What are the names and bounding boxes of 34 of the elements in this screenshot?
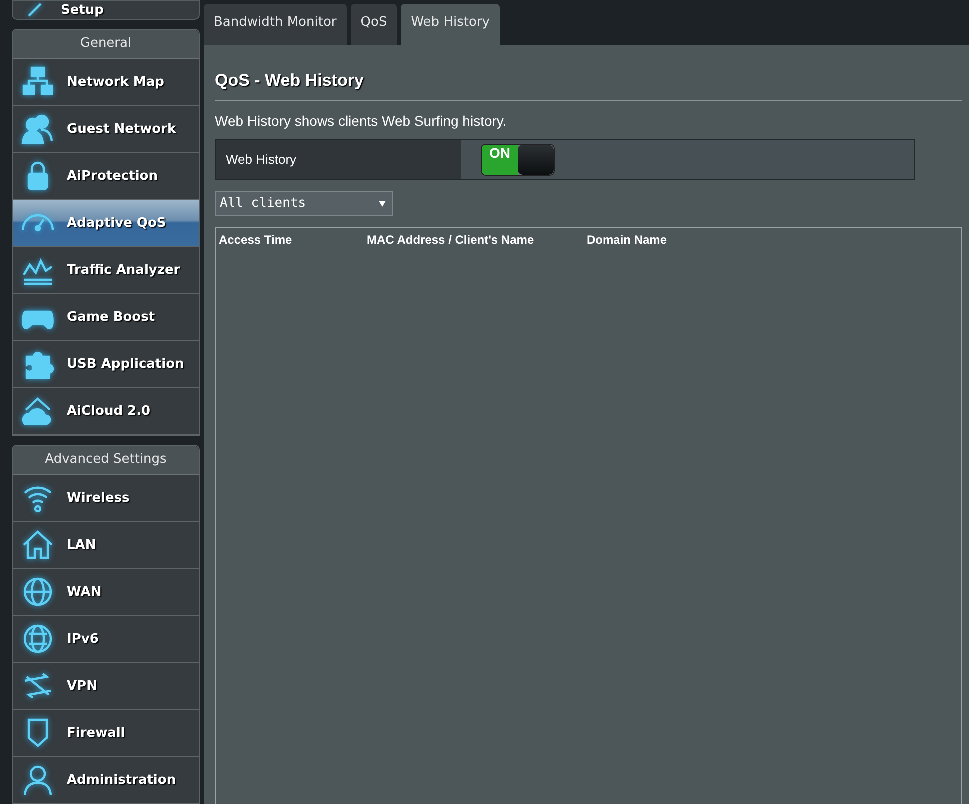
sidebar-item[interactable]: Setup [12,0,200,20]
sidebar-item[interactable]: LAN [13,522,199,569]
sidebar-item[interactable]: Wireless [13,475,199,522]
section-header: Advanced Settings [13,446,199,475]
house-icon [21,528,55,562]
sidebar-item[interactable]: IPv6 [13,616,199,663]
sidebar-item[interactable]: Adaptive QoS [13,200,199,247]
sidebar-item[interactable]: Game Boost [13,294,199,341]
sidebar-item[interactable]: Guest Network [13,106,199,153]
person-icon [21,763,55,797]
sidebar-item[interactable]: Traffic Analyzer [13,247,199,294]
globe-icon [21,575,55,609]
sidebar-item[interactable]: AiCloud 2.0 [13,388,199,435]
sidebar-item[interactable]: Firewall [13,710,199,757]
caret-icon [379,200,386,206]
tab[interactable]: QoS [350,4,398,45]
column-header: Domain Name [587,233,668,247]
section-header: General [13,30,199,59]
column-header: Access Time [219,233,294,247]
tab[interactable]: Bandwidth Monitor [204,4,347,45]
sidebar-item[interactable]: Administration [13,757,199,804]
sidebar-item[interactable]: WAN [13,569,199,616]
sidebar-item[interactable]: Network Map [13,59,199,106]
sidebar-item[interactable]: VPN [13,663,199,710]
setting-label: Web History [216,140,461,179]
people-icon [21,112,55,146]
page-title: QoS - Web History [215,71,962,101]
sidebar-item[interactable]: USB Application [13,341,199,388]
column-header: MAC Address / Client's Name [367,233,536,247]
globe-icon [21,622,55,656]
tab[interactable]: Web History [401,4,500,45]
description-text: Web History shows clients Web Surfing history. [215,113,508,129]
client-dropdown[interactable]: All clients [215,191,393,216]
gauge-icon [21,214,55,232]
